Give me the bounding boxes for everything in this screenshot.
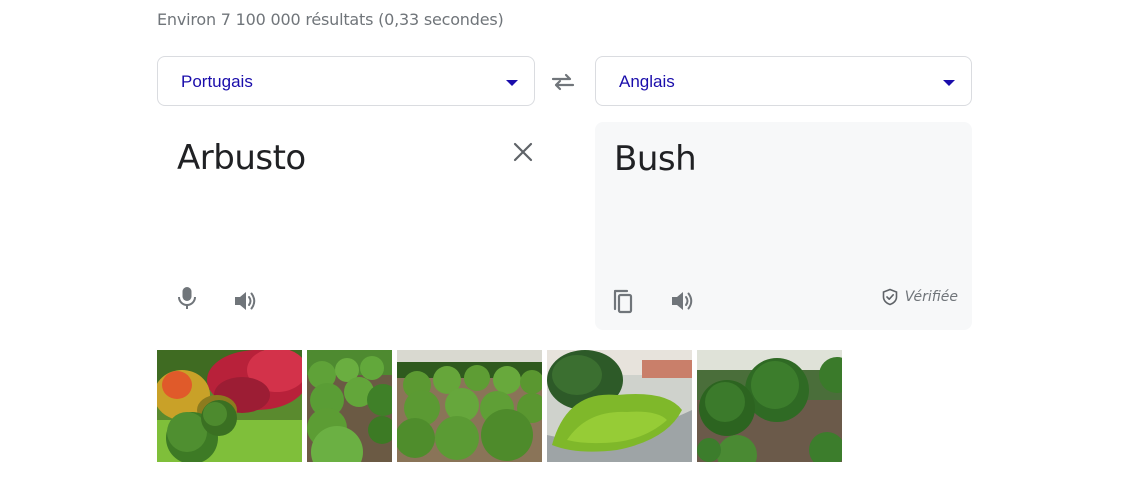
image-thumbnail[interactable] xyxy=(697,350,842,462)
target-language-select[interactable]: Anglais xyxy=(595,56,972,106)
microphone-button[interactable] xyxy=(173,284,201,312)
shrub-image xyxy=(697,350,842,462)
speaker-icon xyxy=(235,292,256,310)
source-panel: Arbusto xyxy=(157,122,535,330)
shrub-image xyxy=(397,350,542,462)
image-thumbnail[interactable] xyxy=(397,350,542,462)
source-text-input[interactable]: Arbusto xyxy=(177,138,306,178)
shrub-image xyxy=(157,350,302,462)
microphone-icon xyxy=(178,287,196,309)
speaker-icon xyxy=(672,292,693,310)
source-language-label: Portugais xyxy=(181,72,253,91)
result-stats: Environ 7 100 000 résultats (0,33 second… xyxy=(157,10,504,29)
chevron-down-icon xyxy=(943,80,955,86)
verified-badge[interactable]: Vérifiée xyxy=(881,288,958,306)
chevron-down-icon xyxy=(506,80,518,86)
listen-translation-button[interactable] xyxy=(669,287,697,315)
listen-source-button[interactable] xyxy=(232,287,260,315)
swap-languages-button[interactable] xyxy=(550,70,576,94)
target-text: Bush xyxy=(614,139,697,179)
shield-check-icon xyxy=(882,288,898,306)
source-language-select[interactable]: Portugais xyxy=(157,56,535,106)
verified-label: Vérifiée xyxy=(904,289,958,305)
shrub-image xyxy=(547,350,692,462)
image-thumbnail[interactable] xyxy=(157,350,302,462)
image-thumbnail[interactable] xyxy=(547,350,692,462)
target-language-label: Anglais xyxy=(619,72,675,91)
close-icon xyxy=(513,142,533,162)
shrub-image xyxy=(307,350,392,462)
clear-source-button[interactable] xyxy=(511,140,535,164)
copy-translation-button[interactable] xyxy=(610,287,638,315)
swap-icon xyxy=(551,73,575,91)
target-panel: Bush Vérifiée xyxy=(595,122,972,330)
image-thumbnail[interactable] xyxy=(307,350,392,462)
copy-icon xyxy=(613,289,633,314)
